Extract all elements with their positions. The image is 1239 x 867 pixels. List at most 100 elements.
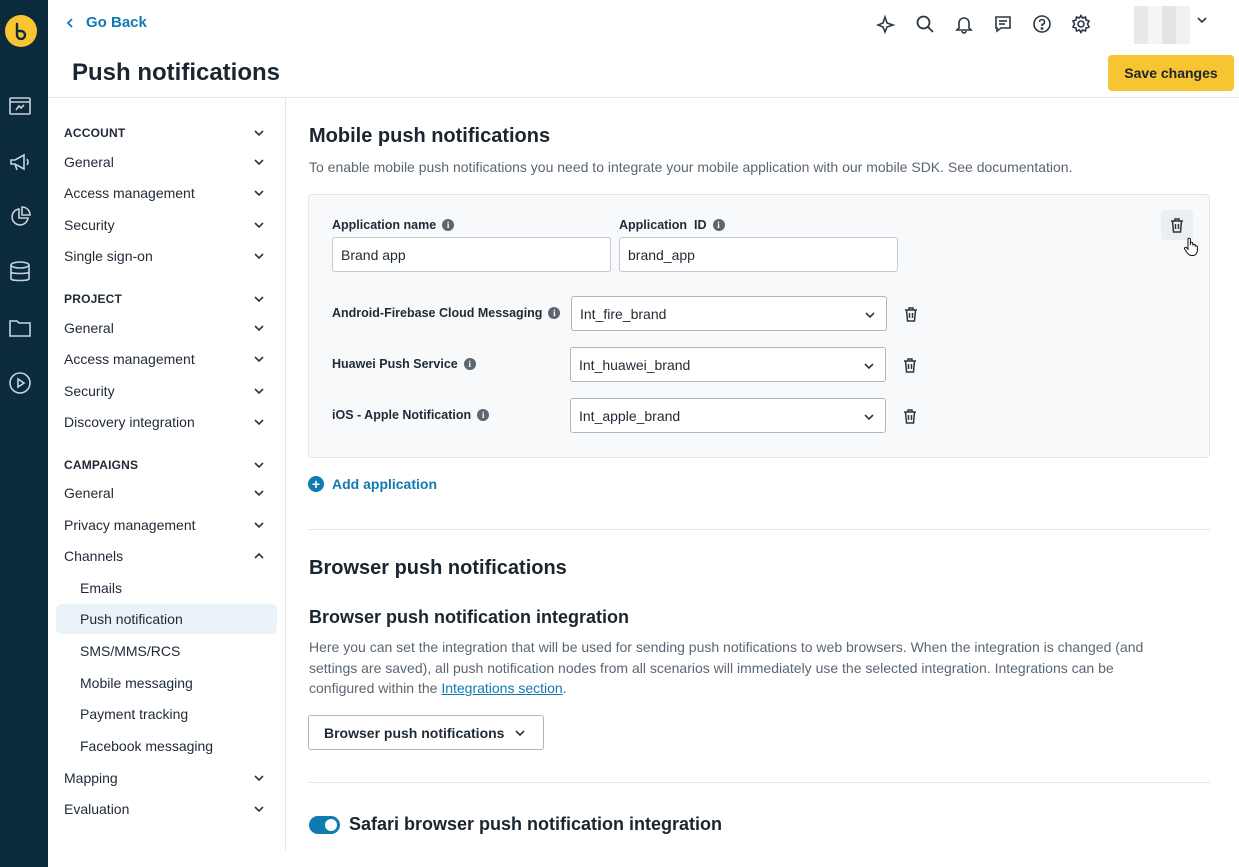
application-id-label: Application ID i [619, 218, 725, 232]
browser-push-title: Browser push notifications [309, 557, 567, 579]
section-divider [308, 782, 1210, 783]
sidebar-section-account[interactable]: ACCOUNT [56, 118, 277, 148]
sidebar-item-channels[interactable]: Channels [56, 541, 277, 571]
safari-integration-toggle[interactable] [309, 816, 340, 834]
application-id-input[interactable] [619, 237, 898, 272]
ios-apple-label-text: iOS - Apple Notification [332, 408, 472, 422]
browser-push-description-text: Here you can set the integration that wi… [309, 639, 1144, 696]
chevron-down-icon [254, 222, 264, 229]
pie-chart-icon[interactable] [8, 205, 32, 229]
sidebar-item-label: Push notification [80, 611, 183, 627]
sidebar-item-project-access-management[interactable]: Access management [56, 344, 277, 374]
info-icon[interactable]: i [442, 219, 455, 231]
sidebar-item-campaigns-general[interactable]: General [56, 478, 277, 508]
android-firebase-label-text: Android-Firebase Cloud Messaging [332, 306, 543, 320]
sidebar-item-privacy-management[interactable]: Privacy management [56, 510, 277, 540]
sidebar-item-label: Security [64, 217, 115, 233]
sidebar-item-label: Discovery integration [64, 414, 195, 430]
chevron-up-icon [254, 552, 264, 559]
chevron-down-icon [254, 296, 264, 303]
chevron-down-icon [864, 363, 874, 370]
folder-icon[interactable] [8, 316, 32, 340]
chevron-down-icon [254, 356, 264, 363]
chevron-down-icon [254, 253, 264, 260]
sidebar-item-label: Security [64, 383, 115, 399]
application-name-label: Application name i [332, 218, 455, 232]
logo-icon[interactable] [5, 15, 37, 47]
sidebar-section-project[interactable]: PROJECT [56, 284, 277, 314]
delete-android-integration-button[interactable] [901, 304, 921, 324]
sidebar-item-label: ACCOUNT [64, 126, 126, 140]
sidebar-item-label: PROJECT [64, 292, 123, 306]
sidebar-item-label: General [64, 485, 114, 501]
browser-push-dropdown-value: Browser push notifications [324, 724, 505, 741]
help-icon[interactable] [1030, 12, 1054, 36]
application-name-input[interactable] [332, 237, 611, 272]
ios-apple-select[interactable]: Int_apple_brand [570, 398, 886, 433]
dashboard-icon[interactable] [8, 94, 32, 118]
chevron-down-icon [254, 159, 264, 166]
sidebar-item-project-security[interactable]: Security [56, 376, 277, 406]
integrations-section-link[interactable]: Integrations section [441, 680, 562, 696]
plus-circle-icon: + [308, 476, 324, 492]
chat-icon[interactable] [991, 12, 1015, 36]
ios-apple-label: iOS - Apple Notification i [332, 408, 490, 422]
sidebar-item-account-access-management[interactable]: Access management [56, 178, 277, 208]
sparkle-icon[interactable] [874, 12, 898, 36]
chevron-down-icon[interactable] [1196, 14, 1208, 26]
sidebar-item-evaluation[interactable]: Evaluation [56, 794, 277, 824]
sidebar-item-label: General [64, 154, 114, 170]
huawei-push-label: Huawei Push Service i [332, 357, 476, 371]
avatar[interactable] [1134, 6, 1190, 44]
trash-icon [905, 307, 917, 322]
android-firebase-select[interactable]: Int_fire_brand [571, 296, 887, 331]
application-card: Application name i Application ID i Andr… [308, 194, 1210, 458]
bell-icon[interactable] [952, 12, 976, 36]
chevron-down-icon [254, 490, 264, 497]
go-back-link[interactable]: Go Back [66, 14, 147, 31]
mobile-push-description: To enable mobile push notifications you … [309, 159, 1073, 175]
sidebar-item-mapping[interactable]: Mapping [56, 763, 277, 793]
android-firebase-label: Android-Firebase Cloud Messaging i [332, 306, 561, 320]
sidebar-item-push-notification[interactable]: Push notification [56, 604, 277, 634]
add-application-label: Add application [332, 476, 437, 492]
sidebar-item-label: Payment tracking [80, 706, 189, 722]
gear-icon[interactable] [1069, 12, 1093, 36]
safari-integration-title: Safari browser push notification integra… [349, 814, 723, 834]
info-icon[interactable]: i [548, 307, 561, 319]
sidebar-item-label: Access management [64, 185, 195, 201]
sidebar-item-label: Mobile messaging [80, 675, 193, 691]
chevron-down-icon [515, 729, 526, 736]
sidebar-item-account-security[interactable]: Security [56, 210, 277, 240]
sidebar-item-facebook-messaging[interactable]: Facebook messaging [56, 731, 277, 761]
sidebar-item-label: Channels [64, 548, 124, 564]
sidebar-item-emails[interactable]: Emails [56, 573, 277, 603]
search-icon[interactable] [913, 12, 937, 36]
sidebar-item-label: Single sign-on [64, 248, 153, 264]
sidebar-item-mobile-messaging[interactable]: Mobile messaging [56, 668, 277, 698]
megaphone-icon[interactable] [8, 150, 32, 174]
add-application-button[interactable]: + Add application [308, 476, 437, 492]
delete-application-button[interactable] [1161, 210, 1193, 240]
play-icon[interactable] [8, 371, 32, 395]
chevron-down-icon [254, 419, 264, 426]
sidebar-item-discovery-integration[interactable]: Discovery integration [56, 407, 277, 437]
sidebar-item-account-general[interactable]: General [56, 147, 277, 177]
sidebar-item-sms-mms-rcs[interactable]: SMS/MMS/RCS [56, 636, 277, 666]
sidebar-item-single-sign-on[interactable]: Single sign-on [56, 241, 277, 271]
sidebar-item-payment-tracking[interactable]: Payment tracking [56, 699, 277, 729]
info-icon[interactable]: i [712, 219, 725, 231]
info-icon[interactable]: i [477, 409, 490, 421]
database-icon[interactable] [8, 260, 32, 284]
delete-huawei-integration-button[interactable] [900, 355, 920, 375]
sidebar-item-project-general[interactable]: General [56, 313, 277, 343]
application-name-label-text: Application name [332, 218, 437, 232]
browser-push-integration-dropdown[interactable]: Browser push notifications [308, 715, 544, 750]
huawei-push-select[interactable]: Int_huawei_brand [570, 347, 886, 382]
save-changes-button[interactable]: Save changes [1108, 55, 1234, 91]
huawei-push-select-value: Int_huawei_brand [579, 356, 691, 373]
info-icon[interactable]: i [463, 358, 476, 370]
browser-push-description: Here you can set the integration that wi… [309, 637, 1169, 699]
sidebar-section-campaigns[interactable]: CAMPAIGNS [56, 450, 277, 480]
delete-ios-integration-button[interactable] [900, 406, 920, 426]
